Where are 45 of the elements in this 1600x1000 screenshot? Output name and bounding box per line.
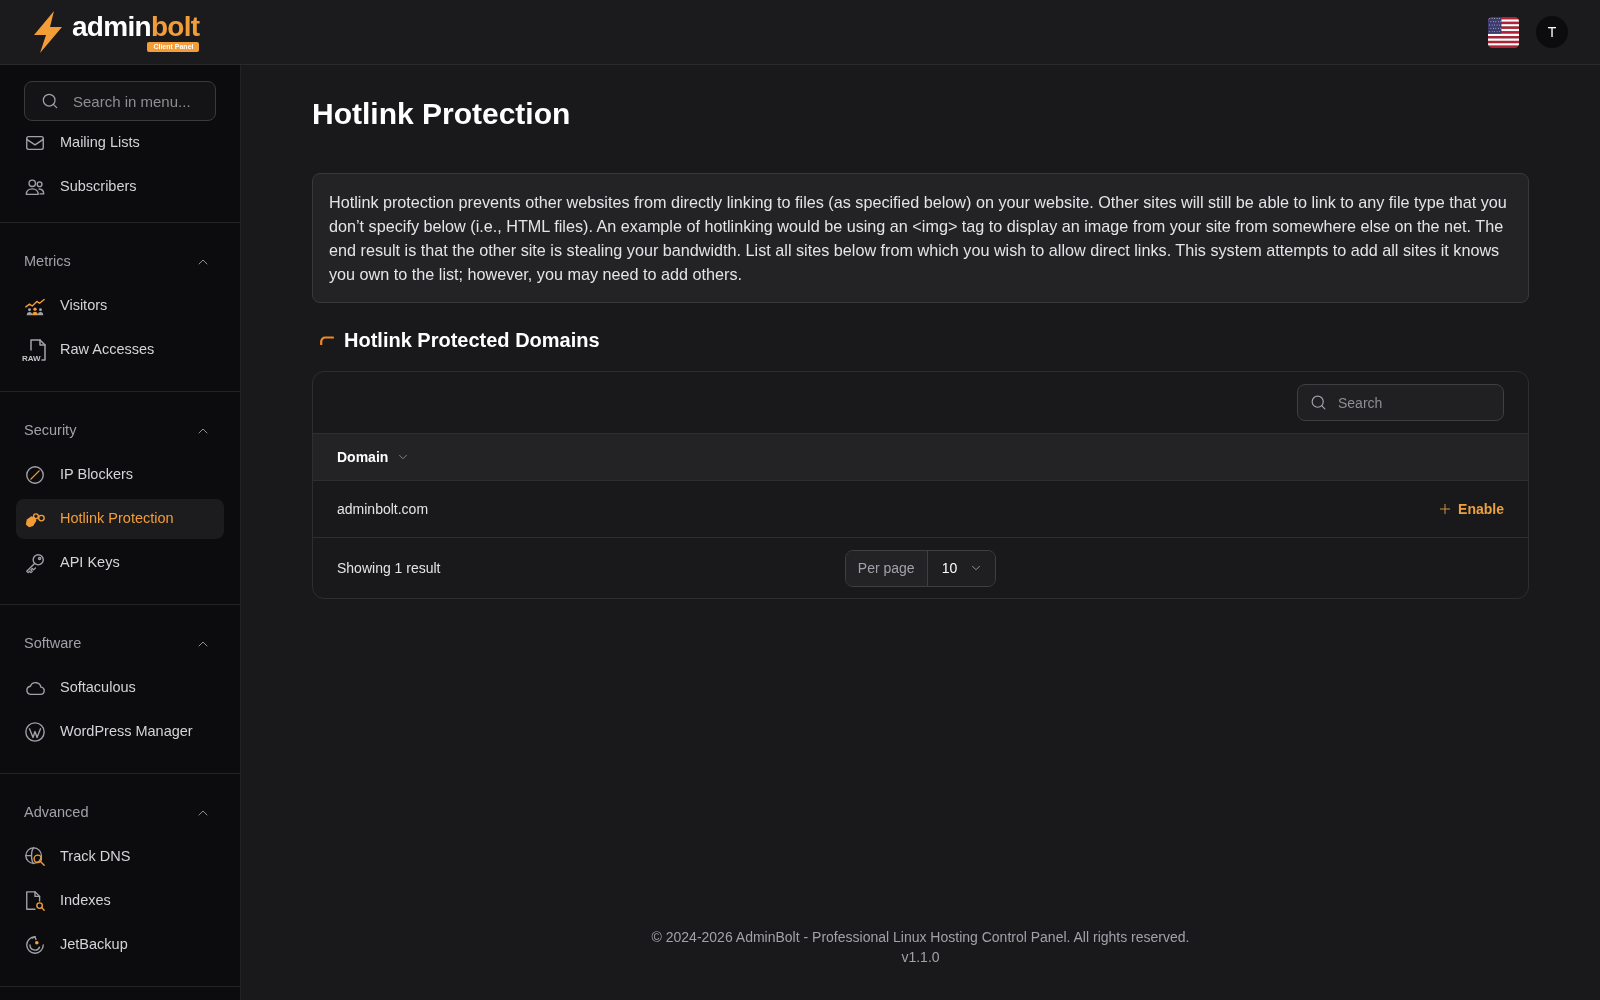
sidebar-item[interactable]: Visitors (16, 286, 224, 326)
bolt-icon (32, 11, 64, 53)
search-field[interactable]: Search (1297, 384, 1504, 421)
per-page-select[interactable]: 10 (927, 550, 996, 586)
section-header[interactable]: Metrics (16, 242, 223, 282)
enable-button[interactable]: Enable (1438, 498, 1504, 520)
sidebar-item[interactable]: JetBackup (16, 925, 224, 965)
copyright-text: © 2024-2026 AdminBolt - Professional Linux Hosting Control Panel. All rights reserved. (651, 928, 1190, 947)
plus-icon (1438, 502, 1453, 516)
sidebar-item[interactable]: Track DNS (16, 837, 224, 877)
prohibited-icon (24, 464, 46, 486)
section-header[interactable]: Software (16, 624, 223, 664)
sidebar-item[interactable]: Softaculous (16, 668, 224, 708)
key-icon (24, 552, 46, 574)
section-title: Hotlink Protected Domains (344, 328, 600, 353)
globe-search-icon (24, 846, 46, 868)
search-field[interactable]: Search in menu... (24, 81, 216, 121)
search-icon (1309, 393, 1328, 412)
logo-wordmark: adminbolt (72, 12, 200, 41)
sidebar-item[interactable]: API Keys (16, 543, 224, 583)
backup-icon (24, 934, 46, 956)
section-header[interactable]: Advanced (16, 793, 223, 833)
column-header[interactable]: Domain (337, 446, 411, 468)
section-header[interactable]: Security (16, 411, 223, 451)
flag-icon[interactable] (1488, 16, 1519, 48)
sidebar-item[interactable]: Hotlink Protection (16, 499, 224, 539)
corner-accent-icon (320, 335, 334, 345)
sidebar-item[interactable]: Indexes (16, 881, 224, 921)
users-icon (24, 176, 46, 198)
sidebar-item[interactable]: Mailing Lists (16, 133, 224, 163)
sidebar-item[interactable]: IP Blockers (16, 455, 224, 495)
icon-label: RAW (22, 354, 41, 363)
sidebar-item[interactable]: Subscribers (16, 167, 224, 207)
search-icon (40, 91, 60, 111)
sidebar-item[interactable]: WordPress Manager (16, 712, 224, 752)
info-box: Hotlink protection prevents other websites from directly linking to files (as specified below) on your website. Other sites will still be able to link to any file type that you don’t specify below (i.e., HTML files). An example of hotlinking would be using an <img> tag to display an image from your site from somewhere else on the net. The end result is that the other site is stealing your bandwidth. List all sites below from which you wish to allow direct links. This system attempts to add all sites it knows you own to the list; however, you may need to add others. (312, 173, 1529, 303)
page-title: Hotlink Protection (312, 96, 572, 132)
result-count: Showing 1 result (337, 560, 441, 576)
circle-logo-icon (24, 721, 46, 743)
document-search-icon (24, 890, 46, 912)
user-avatar[interactable]: T (1536, 16, 1568, 48)
per-page-label: Per page (845, 550, 928, 586)
table-cell-text: adminbolt.com (337, 499, 429, 519)
version-text: v1.1.0 (901, 948, 940, 967)
sidebar-item[interactable]: RAW Raw Accesses (16, 330, 224, 370)
